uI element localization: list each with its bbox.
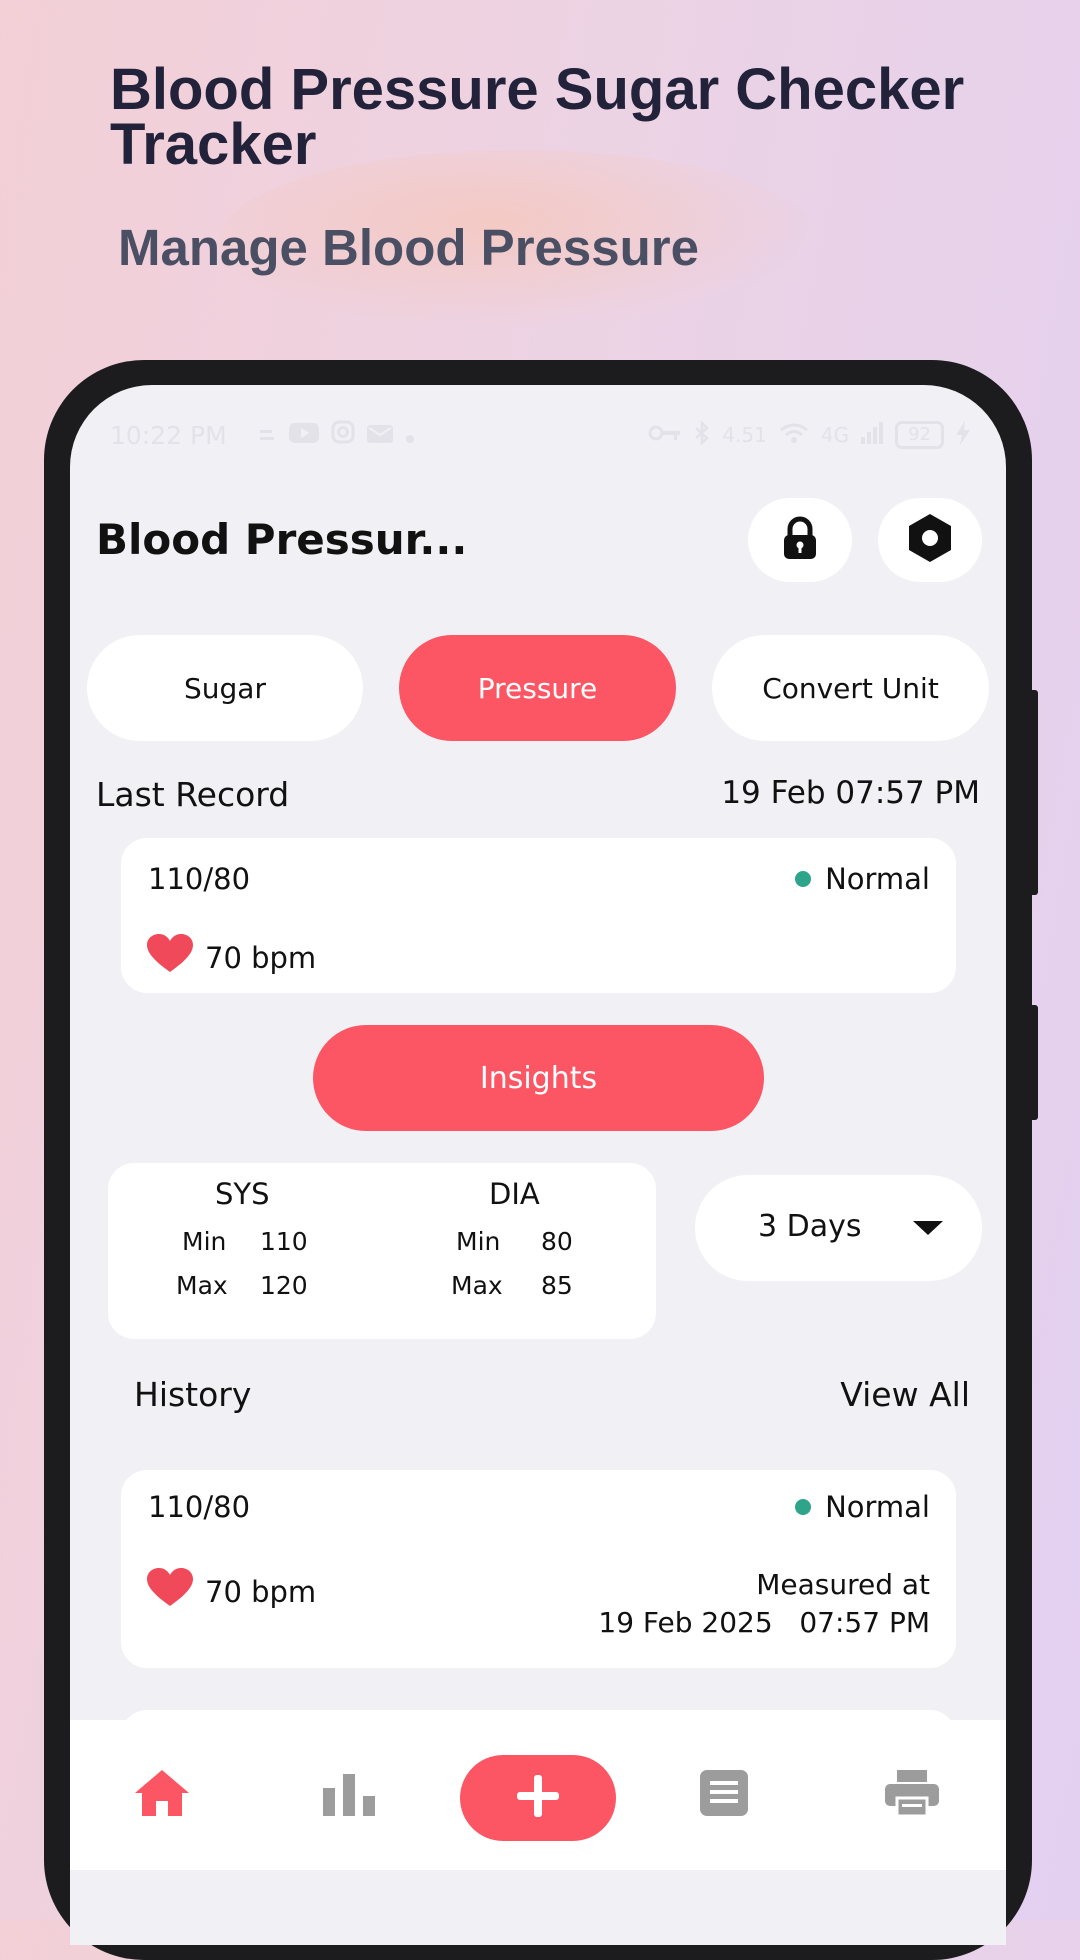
- measured-at: Measured at 19 Feb 2025 07:57 PM: [598, 1566, 930, 1642]
- dia-max-label: Max: [451, 1271, 503, 1300]
- chevron-down-icon: [913, 1221, 943, 1235]
- tab-pressure[interactable]: Pressure: [399, 635, 676, 741]
- bottom-nav: [70, 1720, 1006, 1870]
- sys-max-value: 120: [260, 1271, 308, 1300]
- status-badge: Normal: [795, 1490, 930, 1524]
- settings-icon: [904, 512, 956, 568]
- dia-min-label: Min: [456, 1227, 501, 1256]
- youtube-icon: [288, 421, 319, 450]
- list-icon: [700, 1770, 748, 1820]
- bluetooth-icon: [694, 419, 710, 450]
- vpn-key-icon: [648, 423, 682, 447]
- measured-date: 19 Feb 2025 07:57 PM: [598, 1606, 930, 1639]
- home-icon: [135, 1770, 189, 1820]
- settings-button[interactable]: [878, 498, 982, 582]
- sys-min-value: 110: [260, 1227, 308, 1256]
- nav-list[interactable]: [694, 1765, 754, 1825]
- history-reading: 110/80: [148, 1490, 251, 1524]
- power-button: [1028, 1005, 1038, 1120]
- insights-button[interactable]: Insights: [313, 1025, 764, 1131]
- volume-button: [1028, 690, 1038, 895]
- nav-stats[interactable]: [320, 1765, 380, 1825]
- mail-icon: [366, 421, 393, 450]
- notification-icon: [257, 421, 277, 450]
- network-type: 4G: [820, 423, 850, 447]
- view-all-link[interactable]: View All: [840, 1375, 970, 1414]
- nav-home[interactable]: [132, 1765, 192, 1825]
- last-record-reading: 110/80: [148, 862, 251, 896]
- range-value: 3 Days: [758, 1209, 862, 1244]
- last-record-card[interactable]: 110/80 Normal 70 bpm: [121, 838, 956, 993]
- stats-card: SYS Min 110 Max 120 DIA Min 80 Max 85: [108, 1163, 656, 1339]
- dia-max-value: 85: [541, 1271, 573, 1300]
- phone-screen: 10:22 PM 4.51 4G 92 Blood Pressur... Sug…: [70, 385, 1006, 1945]
- history-label: History: [134, 1375, 252, 1414]
- instagram-icon: [331, 420, 355, 450]
- battery-indicator: 92: [895, 421, 944, 449]
- status-text: Normal: [825, 1490, 930, 1524]
- stats-icon: [323, 1770, 377, 1820]
- sys-min-label: Min: [182, 1227, 227, 1256]
- last-record-label: Last Record: [96, 775, 290, 814]
- normal-dot-icon: [795, 871, 812, 887]
- measured-label: Measured at: [756, 1568, 930, 1601]
- sys-label: SYS: [215, 1177, 270, 1211]
- pulse-row: 70 bpm: [147, 1568, 316, 1615]
- pulse-value: 70 bpm: [205, 1574, 317, 1609]
- app-title: Blood Pressur...: [96, 515, 468, 564]
- heart-icon: [147, 1568, 205, 1615]
- dot-icon: [405, 421, 415, 450]
- promo-title: Blood Pressure Sugar Checker Tracker: [110, 57, 965, 177]
- last-record-datetime: 19 Feb 07:57 PM: [721, 775, 980, 811]
- heart-icon: [147, 934, 205, 981]
- tab-sugar[interactable]: Sugar: [87, 635, 363, 741]
- status-time: 10:22 PM: [110, 420, 227, 450]
- status-badge: Normal: [795, 862, 930, 896]
- network-speed: 4.51: [722, 423, 767, 447]
- charging-icon: [956, 420, 970, 450]
- dia-label: DIA: [489, 1177, 540, 1211]
- history-item[interactable]: 110/80 Normal 70 bpm Measured at 19 Feb …: [121, 1470, 956, 1668]
- status-right: 4.51 4G 92: [648, 419, 970, 450]
- lock-icon: [777, 515, 823, 565]
- promo-subtitle: Manage Blood Pressure: [118, 219, 699, 276]
- print-icon: [885, 1770, 939, 1820]
- tab-convert-unit[interactable]: Convert Unit: [712, 635, 989, 741]
- dia-min-value: 80: [541, 1227, 573, 1256]
- nav-print[interactable]: [882, 1765, 942, 1825]
- normal-dot-icon: [795, 1499, 812, 1515]
- sys-max-label: Max: [176, 1271, 228, 1300]
- pulse-value: 70 bpm: [205, 940, 317, 975]
- add-icon: [515, 1773, 561, 1823]
- status-bar: 10:22 PM 4.51 4G 92: [110, 415, 970, 455]
- wifi-icon: [779, 422, 809, 449]
- signal-icon: [861, 421, 884, 449]
- lock-button[interactable]: [748, 498, 852, 582]
- status-text: Normal: [825, 862, 930, 896]
- range-dropdown[interactable]: 3 Days: [695, 1175, 982, 1281]
- pulse-row: 70 bpm: [147, 934, 316, 981]
- add-record-button[interactable]: [460, 1755, 616, 1841]
